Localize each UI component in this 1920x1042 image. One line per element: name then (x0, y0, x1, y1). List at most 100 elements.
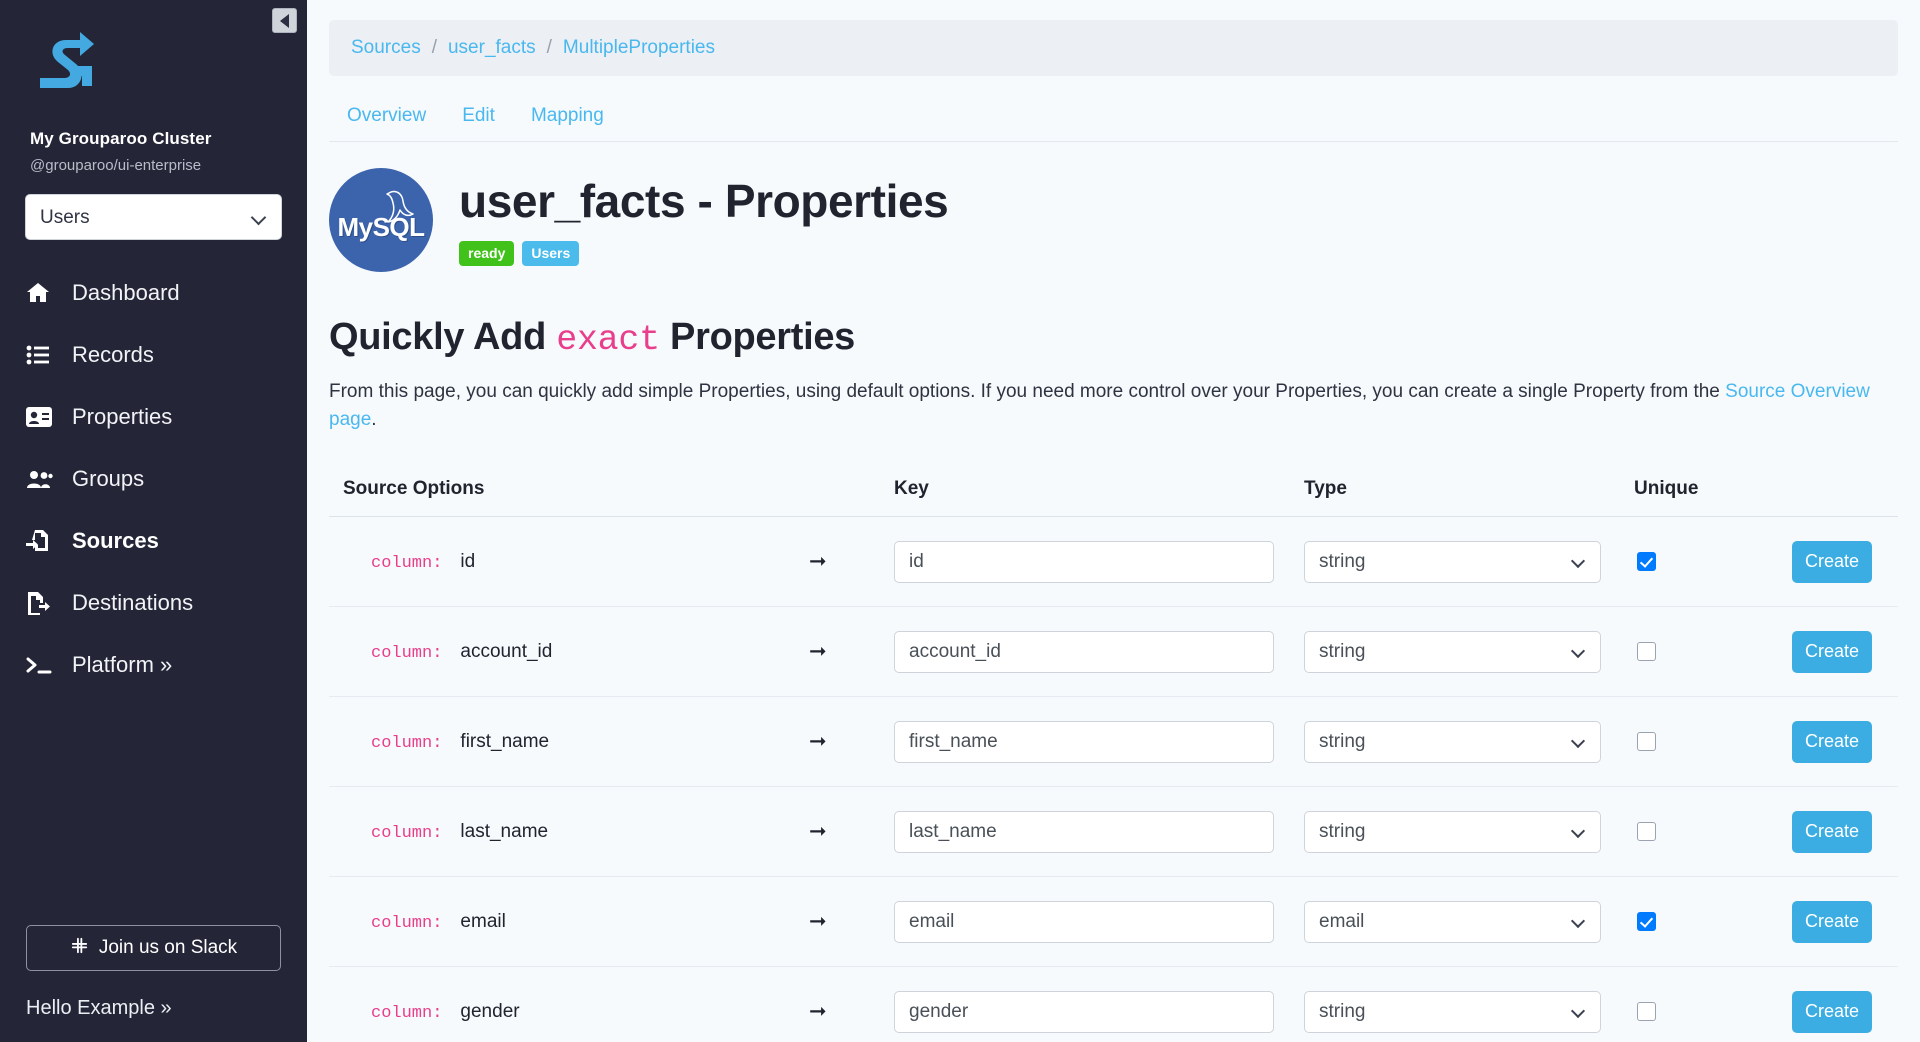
sidebar-item-label: Platform » (72, 652, 173, 677)
column-header-key: Key (894, 477, 929, 499)
model-selector[interactable]: Users (25, 194, 282, 240)
create-button[interactable]: Create (1792, 810, 1872, 853)
arrow-right-icon: ➞ (809, 820, 827, 844)
terminal-icon (26, 656, 60, 674)
slack-icon (70, 936, 89, 961)
join-slack-label: Join us on Slack (98, 937, 238, 958)
main-content: Sources / user_facts / MultiplePropertie… (307, 0, 1920, 1042)
breadcrumb-item-current[interactable]: MultipleProperties (563, 37, 715, 59)
unique-checkbox[interactable] (1637, 912, 1656, 932)
source-option-value: id (460, 550, 476, 572)
property-key-input[interactable] (894, 720, 1274, 763)
sidebar-item-sources[interactable]: Sources (0, 510, 307, 572)
property-type-select[interactable]: stringemailintegerfloatdateboolean (1304, 630, 1601, 673)
unique-checkbox[interactable] (1637, 822, 1656, 842)
property-key-input[interactable] (894, 900, 1274, 943)
grouparoo-logo-icon (40, 32, 94, 88)
id-card-icon (26, 407, 60, 427)
sidebar-item-platform[interactable]: Platform » (0, 634, 307, 696)
property-key-input[interactable] (894, 540, 1274, 583)
source-option: column: last_name (343, 821, 809, 843)
source-option-value: email (460, 910, 506, 932)
source-option: column: email (343, 911, 809, 933)
user-menu[interactable]: Hello Example » (26, 997, 307, 1020)
sidebar-item-label: Records (72, 342, 154, 367)
unique-checkbox[interactable] (1637, 732, 1656, 752)
title-block: user_facts - Properties ready Users (459, 168, 949, 266)
table-row: column: email ➞ stringemailintegerfloatdate… (329, 877, 1898, 968)
join-slack-button[interactable]: Join us on Slack (26, 925, 281, 971)
property-key-input[interactable] (894, 630, 1274, 673)
arrow-right-icon: ➞ (809, 1000, 827, 1024)
unique-checkbox[interactable] (1637, 642, 1656, 662)
property-key-input[interactable] (894, 990, 1274, 1033)
property-key-input[interactable] (894, 810, 1274, 853)
property-type-select[interactable]: stringemailintegerfloatdateboolean (1304, 810, 1601, 853)
table-row: column: account_id ➞ stringemailintegerfloa… (329, 607, 1898, 698)
unique-checkbox[interactable] (1637, 552, 1656, 572)
arrow-right-icon: ➞ (809, 640, 827, 664)
status-badges: ready Users (459, 241, 948, 266)
sidebar-item-destinations[interactable]: Destinations (0, 572, 307, 634)
property-type-select[interactable]: stringemailintegerfloatdateboolean (1304, 720, 1601, 763)
page-title: user_facts - Properties (459, 175, 949, 227)
create-button[interactable]: Create (1792, 900, 1872, 943)
breadcrumb-separator: / (546, 37, 552, 58)
source-option-key: column: (371, 1003, 443, 1023)
status-badge-ready: ready (459, 241, 515, 266)
section-heading-highlight: exact (556, 320, 660, 360)
arrow-right-icon: ➞ (809, 730, 827, 754)
file-export-icon (26, 591, 60, 615)
create-button[interactable]: Create (1792, 720, 1872, 763)
property-type-select[interactable]: stringemailintegerfloatdateboolean (1304, 900, 1601, 943)
sidebar: My Grouparoo Cluster @grouparoo/ui-enter… (0, 0, 307, 1042)
table-body: column: id ➞ stringemailintegerfloatdateboo… (329, 517, 1898, 1042)
sidebar-item-label: Properties (72, 404, 173, 429)
app-root: My Grouparoo Cluster @grouparoo/ui-enter… (0, 0, 1920, 1042)
sidebar-item-label: Sources (72, 528, 159, 553)
model-select[interactable]: Users (25, 194, 282, 240)
section-description-text: From this page, you can quickly add simp… (329, 381, 1726, 402)
sidebar-item-groups[interactable]: Groups (0, 448, 307, 510)
source-option-key: column: (371, 643, 443, 663)
tab-overview[interactable]: Overview (329, 90, 444, 141)
source-option: column: first_name (343, 731, 809, 753)
sidebar-item-records[interactable]: Records (0, 324, 307, 386)
table-row: column: id ➞ stringemailintegerfloatdateboo… (329, 517, 1898, 608)
sidebar-item-properties[interactable]: Properties (0, 386, 307, 448)
properties-table: Source Options Key Type Unique column: id… (329, 461, 1898, 1042)
table-row: column: last_name ➞ stringemailintegerfloat… (329, 787, 1898, 878)
sidebar-collapse-button[interactable] (272, 8, 297, 33)
sidebar-item-dashboard[interactable]: Dashboard (0, 262, 307, 324)
section-description: From this page, you can quickly add simp… (329, 378, 1898, 433)
source-option-value: gender (460, 1000, 520, 1022)
arrow-right-icon: ➞ (809, 550, 827, 574)
source-option-value: first_name (460, 730, 550, 752)
source-option: column: gender (343, 1001, 809, 1023)
breadcrumb-item-source[interactable]: user_facts (448, 37, 536, 59)
breadcrumb: Sources / user_facts / MultiplePropertie… (329, 20, 1898, 76)
create-button[interactable]: Create (1792, 540, 1872, 583)
create-button[interactable]: Create (1792, 990, 1872, 1033)
unique-checkbox[interactable] (1637, 1002, 1656, 1022)
source-option-value: account_id (460, 640, 553, 662)
arrow-right-icon: ➞ (809, 910, 827, 934)
section-heading-prefix: Quickly Add (329, 316, 557, 358)
tab-mapping[interactable]: Mapping (513, 90, 622, 141)
property-type-select[interactable]: stringemailintegerfloatdateboolean (1304, 540, 1601, 583)
column-header-type: Type (1304, 477, 1347, 499)
sidebar-item-label: Groups (72, 466, 145, 491)
property-type-select[interactable]: stringemailintegerfloatdateboolean (1304, 990, 1601, 1033)
home-icon (26, 282, 60, 304)
breadcrumb-item-sources[interactable]: Sources (351, 37, 421, 59)
sidebar-nav: Dashboard Records Properties Groups Sour… (0, 262, 307, 696)
page-header: MySQL user_facts - Properties ready User… (329, 168, 1920, 272)
table-header-row: Source Options Key Type Unique (329, 461, 1898, 518)
tab-edit[interactable]: Edit (444, 90, 513, 141)
mysql-logo-icon: MySQL (329, 168, 433, 272)
source-option-value: last_name (460, 820, 549, 842)
create-button[interactable]: Create (1792, 630, 1872, 673)
sidebar-item-label: Destinations (72, 590, 194, 615)
source-option: column: account_id (343, 641, 809, 663)
